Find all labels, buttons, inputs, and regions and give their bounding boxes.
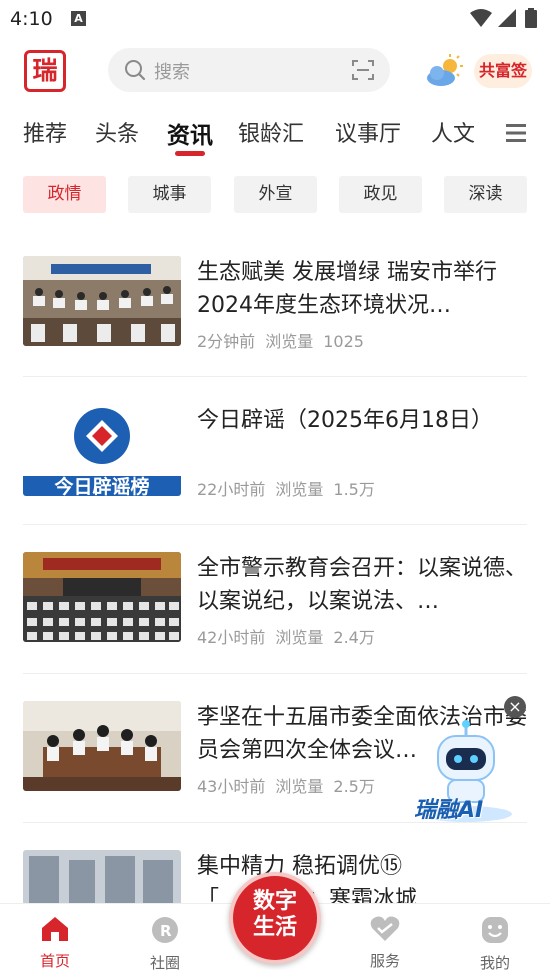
community-circle-icon: R [152, 917, 178, 943]
search-bar[interactable]: 搜索 [108, 48, 390, 92]
news-views-label: 浏览量 [275, 777, 324, 796]
news-thumbnail [23, 850, 181, 906]
nav-home-label: 首页 [39, 952, 70, 970]
svg-text:R: R [160, 922, 172, 940]
news-thumbnail [23, 701, 181, 791]
wifi-icon [470, 9, 492, 27]
news-meta: 2分钟前 浏览量 1025 [197, 328, 364, 352]
gongfuqian-badge[interactable]: 共富签 [474, 54, 532, 88]
news-views-label: 浏览量 [275, 628, 324, 647]
tab-headlines[interactable]: 头条 [95, 116, 139, 148]
news-views: 2.4万 [333, 628, 375, 647]
news-title: 今日辟谣（2025年6月18日） [197, 408, 493, 433]
service-heart-icon [370, 916, 400, 941]
news-item[interactable]: 今日辟谣榜 今日辟谣（2025年6月18日） 22小时前 浏览量 1.5万 [0, 404, 550, 514]
nav-mine[interactable]: 我的 [460, 916, 530, 973]
news-views: 1025 [323, 332, 364, 351]
close-ai-button[interactable]: × [504, 696, 526, 718]
news-views-label: 浏览量 [275, 480, 324, 499]
weather-sunny-cloudy-icon[interactable] [424, 54, 466, 88]
tab-news[interactable]: 资讯 [167, 116, 213, 150]
sub-tabs: 政情 城事 外宣 政见 深读 [0, 176, 550, 214]
news-thumbnail [23, 256, 181, 346]
tab-silver-age[interactable]: 银龄汇 [238, 116, 304, 148]
search-icon [125, 60, 146, 81]
news-title: 全市警示教育会召开：以案说德、以案说纪，以案说法、… [197, 556, 528, 614]
app-header: 瑞 搜索 共富签 [0, 40, 550, 102]
news-views: 1.5万 [333, 480, 375, 499]
channel-menu-icon[interactable] [506, 124, 526, 142]
news-views: 2.5万 [333, 777, 375, 796]
cell-signal-icon [498, 9, 516, 27]
profile-face-icon [482, 917, 508, 943]
divider [23, 524, 527, 525]
active-tab-indicator [175, 151, 205, 156]
scan-icon[interactable] [352, 59, 374, 81]
news-time: 42小时前 [197, 628, 266, 647]
digital-life-label: 数字生活 [252, 888, 297, 940]
tab-culture[interactable]: 人文 [431, 116, 475, 148]
thumb-caption: 今日辟谣榜 [54, 476, 150, 496]
home-icon [42, 917, 68, 941]
nav-service-label: 服务 [369, 952, 400, 970]
subtab-politics[interactable]: 政情 [23, 176, 106, 213]
news-views-label: 浏览量 [265, 332, 314, 351]
news-meta: 42小时前 浏览量 2.4万 [197, 624, 375, 648]
nav-circle[interactable]: R 社圈 [130, 916, 200, 973]
channel-tabs: 推荐 头条 资讯 银龄汇 议事厅 人文 [0, 108, 550, 160]
gesture-area [0, 970, 550, 979]
tab-council[interactable]: 议事厅 [335, 116, 401, 148]
subtab-city[interactable]: 城事 [128, 176, 211, 213]
search-placeholder: 搜索 [154, 62, 190, 83]
news-thumbnail: 今日辟谣榜 [23, 404, 181, 496]
divider [23, 376, 527, 377]
news-meta: 43小时前 浏览量 2.5万 [197, 773, 375, 797]
status-bar: 4:10 A [0, 0, 550, 36]
news-time: 43小时前 [197, 777, 266, 796]
tab-recommend[interactable]: 推荐 [23, 116, 67, 148]
status-time: 4:10 [10, 8, 53, 30]
news-time: 2分钟前 [197, 332, 256, 351]
news-thumbnail [23, 552, 181, 642]
news-meta: 22小时前 浏览量 1.5万 [197, 476, 375, 500]
ai-label: 瑞融AI [414, 798, 484, 823]
battery-icon [525, 8, 537, 28]
digital-life-button[interactable]: 数字生活 [229, 872, 321, 964]
news-item[interactable]: 生态赋美 发展增绿 瑞安市举行2024年度生态环境状况… 2分钟前 浏览量 1025 [0, 256, 550, 366]
subtab-deep-read[interactable]: 深读 [444, 176, 527, 213]
news-title: 生态赋美 发展增绿 瑞安市举行2024年度生态环境状况… [197, 260, 497, 318]
divider [23, 673, 527, 674]
news-time: 22小时前 [197, 480, 266, 499]
notification-icon: A [71, 11, 86, 26]
subtab-opinion[interactable]: 政见 [339, 176, 422, 213]
nav-home[interactable]: 首页 [20, 916, 90, 971]
app-logo[interactable]: 瑞 [24, 50, 66, 92]
news-item[interactable]: 全市警示教育会召开：以案说德、以案说纪，以案说法、… 42小时前 浏览量 2.4万 [0, 552, 550, 662]
nav-service[interactable]: 服务 [350, 916, 420, 971]
news-title: 集中精力 稳拓调优⑮ [197, 854, 402, 879]
subtab-outreach[interactable]: 外宣 [234, 176, 317, 213]
